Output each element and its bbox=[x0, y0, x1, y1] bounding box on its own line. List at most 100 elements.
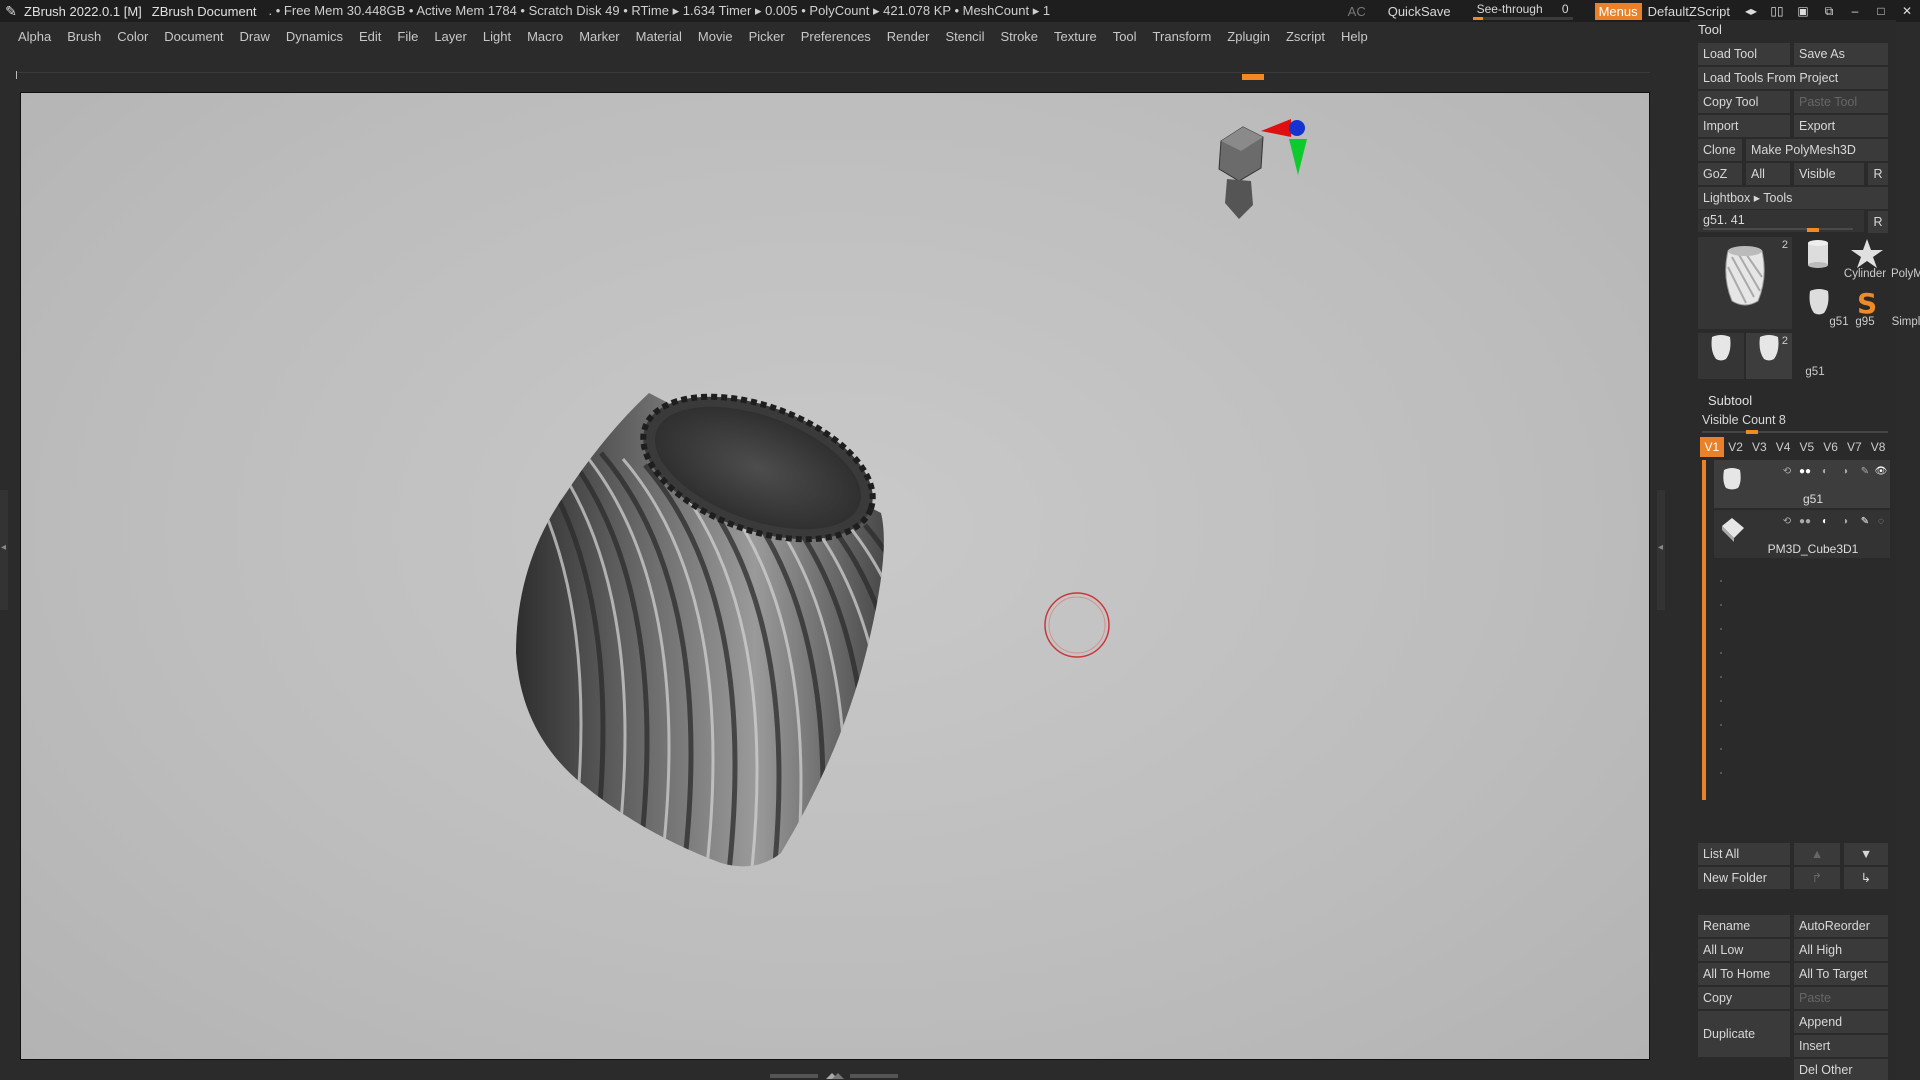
subtool-folder-icon[interactable]: ⟲ bbox=[1780, 516, 1794, 527]
subtool-material-icon[interactable]: ◑ bbox=[1838, 466, 1852, 477]
restore-icon[interactable]: ⧉ bbox=[1816, 4, 1842, 19]
save-as-button[interactable]: Save As bbox=[1794, 43, 1888, 65]
insert-button[interactable]: Insert bbox=[1794, 1035, 1888, 1057]
visibility-set-v6[interactable]: V6 bbox=[1819, 437, 1843, 457]
menu-layer[interactable]: Layer bbox=[434, 29, 467, 44]
subtool-material-icon[interactable]: ◑ bbox=[1838, 516, 1852, 527]
make-polymesh3d-button[interactable]: Make PolyMesh3D bbox=[1746, 139, 1888, 161]
tool-slider[interactable]: g51. 41 bbox=[1698, 210, 1864, 232]
all-low-button[interactable]: All Low bbox=[1698, 939, 1790, 961]
subtool-scrollbar[interactable] bbox=[1702, 460, 1706, 800]
bottom-tray-handle[interactable] bbox=[770, 1068, 900, 1079]
subtool-brush-icon[interactable]: ✎ bbox=[1858, 516, 1872, 527]
see-through-knob[interactable] bbox=[1472, 17, 1483, 20]
ui-split-icon[interactable]: ▯▯ bbox=[1764, 4, 1790, 18]
all-high-button[interactable]: All High bbox=[1794, 939, 1888, 961]
close-icon[interactable]: ✕ bbox=[1894, 4, 1920, 18]
autoreorder-button[interactable]: AutoReorder bbox=[1794, 915, 1888, 937]
menu-stroke[interactable]: Stroke bbox=[1000, 29, 1038, 44]
subtool-polypaint-icon[interactable]: ◐ bbox=[1818, 466, 1832, 477]
subtool-toggle-icon[interactable]: ●● bbox=[1798, 466, 1812, 477]
subtool-row-g51[interactable]: ⟲ ●● ◐ ◑ ✎ 👁 g51 bbox=[1714, 460, 1890, 508]
paste-tool-button[interactable]: Paste Tool bbox=[1794, 91, 1888, 113]
load-tools-from-project-button[interactable]: Load Tools From Project bbox=[1698, 67, 1888, 89]
export-button[interactable]: Export bbox=[1794, 115, 1888, 137]
menu-alpha[interactable]: Alpha bbox=[18, 29, 51, 44]
menu-macro[interactable]: Macro bbox=[527, 29, 563, 44]
visibility-set-v3[interactable]: V3 bbox=[1748, 437, 1772, 457]
window-icon[interactable]: ▣ bbox=[1790, 4, 1816, 18]
ui-layout-icon[interactable]: ◂▸ bbox=[1738, 4, 1764, 18]
menu-preferences[interactable]: Preferences bbox=[801, 29, 871, 44]
menu-file[interactable]: File bbox=[397, 29, 418, 44]
copy-button[interactable]: Copy bbox=[1698, 987, 1790, 1009]
tool-thumb-g91[interactable]: g91 bbox=[1698, 333, 1777, 379]
menu-transform[interactable]: Transform bbox=[1153, 29, 1212, 44]
canvas-viewport[interactable] bbox=[20, 92, 1650, 1060]
minimize-icon[interactable]: – bbox=[1842, 4, 1868, 18]
tool-thumb-cylinder[interactable]: Cylinder bbox=[1796, 237, 1886, 281]
subtool-visibility-eye-icon[interactable]: ◌ bbox=[1874, 516, 1888, 527]
menu-tool[interactable]: Tool bbox=[1113, 29, 1137, 44]
rename-button[interactable]: Rename bbox=[1698, 915, 1790, 937]
tool-thumb-g51-main[interactable]: 2 g51 bbox=[1698, 237, 1849, 329]
move-folder-up-icon[interactable]: ↱ bbox=[1794, 867, 1840, 889]
quicksave-button[interactable]: QuickSave bbox=[1388, 4, 1451, 19]
menu-document[interactable]: Document bbox=[164, 29, 223, 44]
menu-zplugin[interactable]: Zplugin bbox=[1227, 29, 1270, 44]
menu-zscript[interactable]: Zscript bbox=[1286, 29, 1325, 44]
copy-tool-button[interactable]: Copy Tool bbox=[1698, 91, 1790, 113]
default-zscript-button[interactable]: DefaultZScript bbox=[1648, 4, 1730, 19]
subtool-row-pm3d-cube[interactable]: ⟲ ●● ◐ ◑ ✎ ◌ PM3D_Cube3D1 bbox=[1714, 510, 1890, 558]
del-other-button[interactable]: Del Other bbox=[1794, 1059, 1888, 1080]
subtool-toggle-icon[interactable]: ●● bbox=[1798, 516, 1812, 527]
see-through-slider[interactable]: See-through 0 bbox=[1471, 2, 1575, 20]
tool-thumb-g51[interactable]: 2 g51 bbox=[1746, 333, 1825, 379]
maximize-icon[interactable]: □ bbox=[1868, 4, 1894, 18]
tool-slider-r-button[interactable]: R bbox=[1868, 211, 1888, 233]
menu-stencil[interactable]: Stencil bbox=[945, 29, 984, 44]
menu-picker[interactable]: Picker bbox=[749, 29, 785, 44]
menu-texture[interactable]: Texture bbox=[1054, 29, 1097, 44]
subtool-brush-icon[interactable]: ✎ bbox=[1858, 466, 1872, 477]
visibility-set-v1[interactable]: V1 bbox=[1700, 437, 1724, 457]
menu-render[interactable]: Render bbox=[887, 29, 930, 44]
all-to-target-button[interactable]: All To Target bbox=[1794, 963, 1888, 985]
tool-thumb-simpleb[interactable]: S SimpleB bbox=[1844, 285, 1920, 329]
ac-indicator[interactable]: AC bbox=[1348, 4, 1366, 19]
goz-button[interactable]: GoZ bbox=[1698, 163, 1742, 185]
all-to-home-button[interactable]: All To Home bbox=[1698, 963, 1790, 985]
tool-thumb-g95[interactable]: g95 bbox=[1796, 285, 1875, 329]
visible-count-knob[interactable] bbox=[1745, 430, 1758, 434]
load-tool-button[interactable]: Load Tool bbox=[1698, 43, 1790, 65]
menus-button[interactable]: Menus bbox=[1594, 2, 1642, 20]
goz-r-button[interactable]: R bbox=[1868, 163, 1888, 185]
goz-all-button[interactable]: All bbox=[1746, 163, 1790, 185]
visibility-set-v7[interactable]: V7 bbox=[1843, 437, 1867, 457]
visibility-set-v8[interactable]: V8 bbox=[1866, 437, 1890, 457]
menu-help[interactable]: Help bbox=[1341, 29, 1368, 44]
tool-slider-knob[interactable] bbox=[1806, 228, 1819, 232]
menu-movie[interactable]: Movie bbox=[698, 29, 733, 44]
paste-button[interactable]: Paste bbox=[1794, 987, 1888, 1009]
menu-marker[interactable]: Marker bbox=[579, 29, 619, 44]
visibility-set-v2[interactable]: V2 bbox=[1724, 437, 1748, 457]
goz-visible-button[interactable]: Visible bbox=[1794, 163, 1864, 185]
new-folder-button[interactable]: New Folder bbox=[1698, 867, 1790, 889]
clone-button[interactable]: Clone bbox=[1698, 139, 1742, 161]
visible-count-slider[interactable]: Visible Count 8 bbox=[1702, 413, 1888, 434]
move-folder-down-icon[interactable]: ↳ bbox=[1844, 867, 1888, 889]
append-button[interactable]: Append bbox=[1794, 1011, 1888, 1033]
visibility-set-v4[interactable]: V4 bbox=[1771, 437, 1795, 457]
left-tray-handle[interactable]: ◂ bbox=[0, 490, 8, 610]
right-tray-handle[interactable]: ◂ bbox=[1657, 490, 1665, 610]
move-up-icon[interactable]: ▲ bbox=[1794, 843, 1840, 865]
menu-edit[interactable]: Edit bbox=[359, 29, 381, 44]
menu-color[interactable]: Color bbox=[117, 29, 148, 44]
menu-dynamics[interactable]: Dynamics bbox=[286, 29, 343, 44]
menu-light[interactable]: Light bbox=[483, 29, 511, 44]
subtool-polypaint-icon[interactable]: ◐ bbox=[1818, 516, 1832, 527]
subtool-folder-icon[interactable]: ⟲ bbox=[1780, 466, 1794, 477]
menu-draw[interactable]: Draw bbox=[240, 29, 270, 44]
lightbox-tools-button[interactable]: Lightbox ▸ Tools bbox=[1698, 187, 1888, 209]
